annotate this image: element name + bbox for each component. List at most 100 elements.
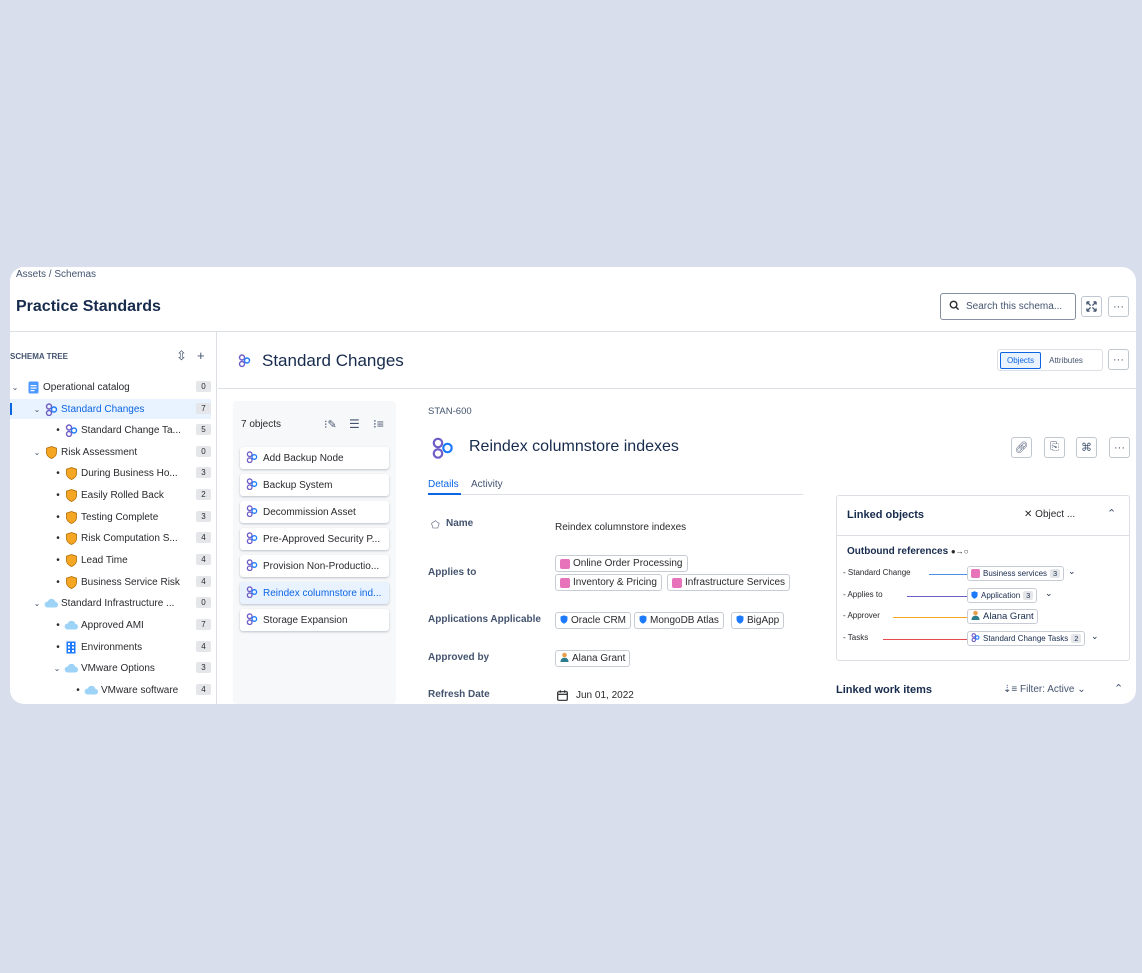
reference-chip[interactable]: Standard Change Tasks 2 xyxy=(967,631,1086,646)
collapse-all-icon[interactable]: ⇳ xyxy=(176,348,187,364)
tag-icon: ⬠ xyxy=(431,520,440,531)
chevron-down-icon[interactable]: ⌄ xyxy=(52,664,62,673)
edit-list-icon[interactable]: ⁝✎ xyxy=(324,418,337,431)
tab-activity[interactable]: Activity xyxy=(471,479,503,490)
reference-chip[interactable]: Business services 3 xyxy=(967,566,1065,581)
main-more-button[interactable]: ··· xyxy=(1108,349,1129,370)
tree-item-vmware-software[interactable]: • VMware software 4 xyxy=(10,680,211,700)
attributes-view-button[interactable]: Attributes xyxy=(1045,353,1087,368)
chevron-down-icon[interactable]: ⌄ xyxy=(32,405,42,414)
chip-label: BigApp xyxy=(747,615,780,626)
object-list-item-selected[interactable]: Reindex columnstore ind... xyxy=(240,582,389,604)
reference-row: - Approver Alana Grant xyxy=(843,609,1123,625)
graph-button[interactable]: ⌘ xyxy=(1076,437,1097,458)
tree-item-risk-assessment[interactable]: ⌄ Risk Assessment 0 xyxy=(10,442,211,462)
tree-item-label: VMware Options xyxy=(81,662,155,674)
breadcrumb-assets[interactable]: Assets xyxy=(16,269,46,280)
chevron-up-icon[interactable]: ⌃ xyxy=(1114,682,1123,695)
fullscreen-button[interactable] xyxy=(1081,296,1102,317)
chevron-down-icon[interactable]: ⌄ xyxy=(32,599,42,608)
tree-item-during-business-hours[interactable]: • During Business Ho... 3 xyxy=(10,463,211,483)
tree-item-risk-computation[interactable]: • Risk Computation S... 4 xyxy=(10,528,211,548)
field-label-approved-by: Approved by xyxy=(428,652,490,663)
add-icon[interactable]: + xyxy=(197,348,205,363)
tree-item-standard-infrastructure[interactable]: ⌄ Standard Infrastructure ... 0 xyxy=(10,593,211,613)
tree-item-label: Risk Computation S... xyxy=(81,532,178,544)
reference-label: - Standard Change xyxy=(843,568,911,577)
tree-item-label: VMware software xyxy=(101,684,179,696)
filter-dropdown[interactable]: ⇣≡ Filter: Active ⌄ xyxy=(1003,684,1086,695)
chevron-down-icon[interactable]: ⌄ xyxy=(10,383,20,392)
object-list-item[interactable]: Provision Non-Productio... xyxy=(240,555,389,577)
applies-to-chip[interactable]: Online Order Processing xyxy=(555,555,688,572)
search-input[interactable] xyxy=(966,301,1074,312)
object-list-item[interactable]: Decommission Asset xyxy=(240,501,389,523)
field-value-name[interactable]: Reindex columnstore indexes xyxy=(555,522,686,533)
object-list-item[interactable]: Backup System xyxy=(240,474,389,496)
page-more-button[interactable]: ··· xyxy=(1108,296,1129,317)
object-type-icon xyxy=(44,402,58,416)
search-icon xyxy=(949,298,960,316)
comment-icon: ⎘ xyxy=(1050,441,1059,453)
approver-chip[interactable]: Alana Grant xyxy=(555,650,631,667)
object-type-large-icon xyxy=(431,436,455,465)
tree-item-operational-catalog[interactable]: ⌄ Operational catalog 0 xyxy=(10,377,211,397)
bullet: • xyxy=(56,511,60,523)
reference-count: 3 xyxy=(1023,591,1034,600)
comment-button[interactable]: ⎘ xyxy=(1044,437,1065,458)
filter-icon[interactable]: ☰ xyxy=(349,417,360,431)
object-list-item[interactable]: Pre-Approved Security P... xyxy=(240,528,389,550)
tree-item-approved-ami[interactable]: • Approved AMI 7 xyxy=(10,615,211,635)
tree-item-vmware-options[interactable]: ⌄ VMware Options 3 xyxy=(10,658,211,678)
object-list-item[interactable]: Storage Expansion xyxy=(240,609,389,631)
object-list-item[interactable]: Add Backup Node xyxy=(240,447,389,469)
application-chip[interactable]: Oracle CRM xyxy=(555,612,632,629)
tab-details[interactable]: Details xyxy=(428,479,459,490)
more-icon: ··· xyxy=(1114,441,1125,454)
chevron-down-icon[interactable]: ⌄ xyxy=(1045,588,1053,599)
reference-chip[interactable]: Alana Grant xyxy=(967,609,1038,624)
tree-item-label: Testing Complete xyxy=(81,511,159,523)
object-type-icon xyxy=(246,531,258,547)
breadcrumb-schemas[interactable]: Schemas xyxy=(54,269,96,280)
shield-icon xyxy=(736,614,744,627)
chevron-down-icon[interactable]: ⌄ xyxy=(1091,631,1099,642)
user-icon xyxy=(560,652,569,665)
tree-item-testing-complete[interactable]: • Testing Complete 3 xyxy=(10,507,211,527)
tree-item-standard-changes[interactable]: ⌄ Standard Changes 7 xyxy=(10,399,211,419)
tree-item-lead-time[interactable]: • Lead Time 4 xyxy=(10,550,211,570)
chevron-up-icon[interactable]: ⌃ xyxy=(1107,507,1116,520)
tree-item-count: 4 xyxy=(196,684,211,695)
detail-more-button[interactable]: ··· xyxy=(1109,437,1130,458)
cloud-icon xyxy=(64,618,78,632)
objects-view-button[interactable]: Objects xyxy=(1000,351,1042,369)
search-box[interactable] xyxy=(940,293,1076,320)
chevron-down-icon[interactable]: ⌄ xyxy=(1068,566,1076,577)
object-type-icon xyxy=(246,450,258,466)
app-window: Assets / Schemas Practice Standards ··· … xyxy=(10,267,1136,704)
applies-to-chip[interactable]: Inventory & Pricing xyxy=(555,574,662,591)
tree-item-easily-rolled-back[interactable]: • Easily Rolled Back 2 xyxy=(10,485,211,505)
copy-link-button[interactable]: 🔗︎ xyxy=(1011,437,1032,458)
chevron-down-icon[interactable]: ⌄ xyxy=(32,448,42,457)
application-chip[interactable]: BigApp xyxy=(731,612,785,629)
reference-chip[interactable]: Application 3 xyxy=(967,588,1038,603)
reference-line xyxy=(929,574,967,575)
tree-item-count: 0 xyxy=(196,446,211,457)
tree-item-count: 0 xyxy=(196,381,211,392)
bullet: • xyxy=(76,684,80,696)
field-value-refresh-date[interactable]: Jun 01, 2022 xyxy=(576,690,634,701)
tree-item-count: 5 xyxy=(196,424,211,435)
reference-count: 2 xyxy=(1071,634,1082,643)
tree-item-business-service-risk[interactable]: • Business Service Risk 4 xyxy=(10,572,211,592)
reference-count: 3 xyxy=(1050,569,1061,578)
tree-item-environments[interactable]: • Environments 4 xyxy=(10,637,211,657)
tree-item-standard-change-tasks[interactable]: • Standard Change Ta... 5 xyxy=(10,420,211,440)
list-view-icon[interactable]: ⁝≡ xyxy=(373,417,384,431)
application-chip[interactable]: MongoDB Atlas xyxy=(634,612,724,629)
object-type-icon xyxy=(238,354,251,372)
applies-to-chip[interactable]: Infrastructure Services xyxy=(667,574,791,591)
reference-row: - Standard Change Business services 3 ⌄ xyxy=(843,566,1123,582)
object-graph-button[interactable]: ✕ Object ... xyxy=(1024,509,1075,520)
object-count: 7 objects xyxy=(241,419,282,430)
